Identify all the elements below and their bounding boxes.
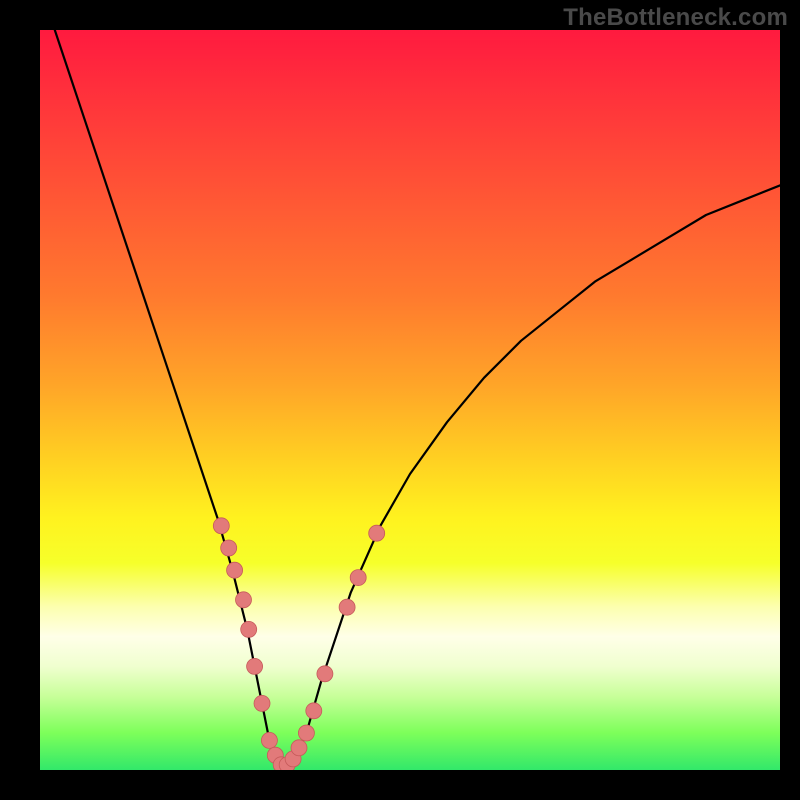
bottleneck-curve: [55, 30, 780, 770]
chart-frame: TheBottleneck.com: [0, 0, 800, 800]
curve-layer: [40, 30, 780, 770]
curve-markers: [213, 518, 384, 770]
curve-marker: [306, 703, 322, 719]
curve-marker: [236, 592, 252, 608]
curve-marker: [221, 540, 237, 556]
curve-marker: [241, 621, 257, 637]
curve-marker: [339, 599, 355, 615]
curve-marker: [254, 695, 270, 711]
curve-marker: [213, 518, 229, 534]
curve-marker: [291, 740, 307, 756]
curve-marker: [298, 725, 314, 741]
watermark-text: TheBottleneck.com: [563, 4, 788, 32]
curve-marker: [369, 525, 385, 541]
curve-marker: [247, 658, 263, 674]
curve-marker: [261, 732, 277, 748]
curve-marker: [227, 562, 243, 578]
curve-marker: [317, 666, 333, 682]
curve-marker: [350, 570, 366, 586]
